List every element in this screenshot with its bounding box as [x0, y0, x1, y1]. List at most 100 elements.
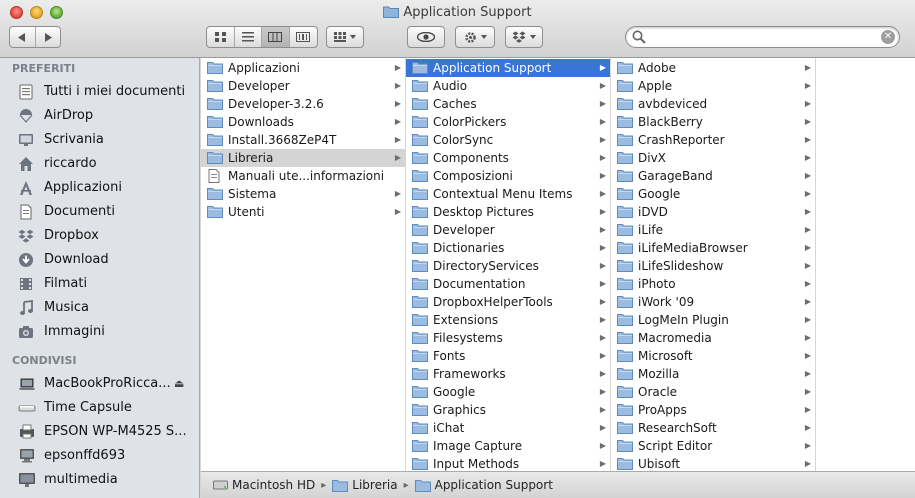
list-item[interactable]: iLifeSlideshow ▶: [611, 257, 815, 275]
list-item[interactable]: Developer-3.2.6 ▶: [201, 95, 405, 113]
list-item[interactable]: LogMeIn Plugin ▶: [611, 311, 815, 329]
list-item[interactable]: Ubisoft ▶: [611, 455, 815, 471]
list-item[interactable]: DivX ▶: [611, 149, 815, 167]
list-item[interactable]: ColorPickers ▶: [406, 113, 610, 131]
item-label: Sistema: [228, 187, 277, 201]
list-item[interactable]: Documentation ▶: [406, 275, 610, 293]
list-item[interactable]: Adobe ▶: [611, 59, 815, 77]
list-item[interactable]: Audio ▶: [406, 77, 610, 95]
list-item[interactable]: ResearchSoft ▶: [611, 419, 815, 437]
sidebar-item-dropbox[interactable]: Dropbox: [0, 224, 199, 248]
sidebar-item-applicazioni[interactable]: Applicazioni: [0, 176, 199, 200]
computer-icon: [18, 448, 36, 464]
list-item[interactable]: iWork '09 ▶: [611, 293, 815, 311]
list-item[interactable]: Dictionaries ▶: [406, 239, 610, 257]
path-crumb-application-support[interactable]: Application Support: [414, 478, 553, 492]
list-item[interactable]: Google ▶: [611, 185, 815, 203]
sidebar-item-macbookproricca[interactable]: MacBookProRicca... ⏏: [0, 372, 199, 396]
icon-view-button[interactable]: [207, 27, 235, 47]
arrange-menu-button[interactable]: [326, 26, 364, 48]
list-item[interactable]: iLifeMediaBrowser ▶: [611, 239, 815, 257]
list-item[interactable]: CrashReporter ▶: [611, 131, 815, 149]
list-item[interactable]: Mozilla ▶: [611, 365, 815, 383]
disclosure-arrow-icon: ▶: [804, 351, 811, 360]
list-item[interactable]: Desktop Pictures ▶: [406, 203, 610, 221]
coverflow-view-button[interactable]: [290, 27, 317, 47]
list-item[interactable]: Fonts ▶: [406, 347, 610, 365]
back-button[interactable]: [10, 27, 36, 47]
download-icon: [18, 252, 36, 268]
column-view-button[interactable]: [262, 27, 290, 47]
sidebar-item-scrivania[interactable]: Scrivania: [0, 128, 199, 152]
path-crumb-libreria[interactable]: Libreria: [332, 478, 398, 492]
sidebar-item-epsonffd693[interactable]: epsonffd693: [0, 444, 199, 468]
list-item[interactable]: iDVD ▶: [611, 203, 815, 221]
list-item[interactable]: Libreria ▶: [201, 149, 405, 167]
list-item[interactable]: Extensions ▶: [406, 311, 610, 329]
list-item[interactable]: Macromedia ▶: [611, 329, 815, 347]
clear-search-button[interactable]: ✕: [881, 30, 895, 44]
list-item[interactable]: Developer ▶: [406, 221, 610, 239]
list-item[interactable]: iLife ▶: [611, 221, 815, 239]
list-item[interactable]: DropboxHelperTools ▶: [406, 293, 610, 311]
list-item[interactable]: Downloads ▶: [201, 113, 405, 131]
list-item[interactable]: ProApps ▶: [611, 401, 815, 419]
list-item[interactable]: Contextual Menu Items ▶: [406, 185, 610, 203]
list-item[interactable]: iChat ▶: [406, 419, 610, 437]
list-item[interactable]: Apple ▶: [611, 77, 815, 95]
list-item[interactable]: Graphics ▶: [406, 401, 610, 419]
forward-button[interactable]: [36, 27, 61, 47]
list-item[interactable]: Frameworks ▶: [406, 365, 610, 383]
list-item[interactable]: Install.3668ZeP4T ▶: [201, 131, 405, 149]
list-item[interactable]: Caches ▶: [406, 95, 610, 113]
list-item[interactable]: DirectoryServices ▶: [406, 257, 610, 275]
sidebar-item-filmati[interactable]: Filmati: [0, 272, 199, 296]
list-item[interactable]: Composizioni ▶: [406, 167, 610, 185]
sidebar-item-epson-wp-m4525-s[interactable]: EPSON WP-M4525 S...: [0, 420, 199, 444]
sidebar-item-airdrop[interactable]: AirDrop: [0, 104, 199, 128]
search-input[interactable]: [648, 29, 878, 45]
list-item[interactable]: BlackBerry ▶: [611, 113, 815, 131]
list-item[interactable]: Microsoft ▶: [611, 347, 815, 365]
sidebar-item-download[interactable]: Download: [0, 248, 199, 272]
sidebar-item-immagini[interactable]: Immagini: [0, 320, 199, 344]
list-item[interactable]: ColorSync ▶: [406, 131, 610, 149]
list-item[interactable]: Developer ▶: [201, 77, 405, 95]
list-item[interactable]: Oracle ▶: [611, 383, 815, 401]
disclosure-arrow-icon: ▶: [804, 243, 811, 252]
list-item[interactable]: Image Capture ▶: [406, 437, 610, 455]
disclosure-arrow-icon: ▶: [599, 279, 606, 288]
list-item[interactable]: Script Editor ▶: [611, 437, 815, 455]
sidebar-item-riccardo[interactable]: riccardo: [0, 152, 199, 176]
dropbox-menu-button[interactable]: [505, 26, 543, 48]
quick-look-button[interactable]: [407, 26, 445, 48]
sidebar-item-time-capsule[interactable]: Time Capsule: [0, 396, 199, 420]
sidebar-item-documenti[interactable]: Documenti: [0, 200, 199, 224]
list-item[interactable]: Utenti ▶: [201, 203, 405, 221]
list-item[interactable]: iPhoto ▶: [611, 275, 815, 293]
folder-icon: [383, 6, 400, 18]
list-item[interactable]: Google ▶: [406, 383, 610, 401]
list-item[interactable]: Manuali ute...informazioni: [201, 167, 405, 185]
list-item[interactable]: Filesystems ▶: [406, 329, 610, 347]
sidebar-item-label: Scrivania: [44, 132, 104, 147]
list-item[interactable]: Application Support ▶: [406, 59, 610, 77]
item-label: Input Methods: [433, 457, 520, 471]
list-item[interactable]: Sistema ▶: [201, 185, 405, 203]
sidebar-item-multimedia[interactable]: multimedia: [0, 468, 199, 492]
search-field[interactable]: ✕: [625, 26, 900, 48]
list-item[interactable]: GarageBand ▶: [611, 167, 815, 185]
list-item[interactable]: Components ▶: [406, 149, 610, 167]
list-item[interactable]: Applicazioni ▶: [201, 59, 405, 77]
list-item[interactable]: avbdeviced ▶: [611, 95, 815, 113]
list-item[interactable]: Input Methods ▶: [406, 455, 610, 471]
disclosure-arrow-icon: ▶: [599, 171, 606, 180]
action-menu-button[interactable]: [455, 26, 495, 48]
list-view-button[interactable]: [235, 27, 262, 47]
chevron-down-icon: [480, 35, 487, 39]
folder-icon: [617, 80, 633, 92]
path-crumb-macintosh-hd[interactable]: Macintosh HD: [213, 478, 315, 492]
sidebar-item-tutti-i-miei-documenti[interactable]: Tutti i miei documenti: [0, 80, 199, 104]
eject-icon[interactable]: ⏏: [174, 372, 184, 396]
sidebar-item-musica[interactable]: Musica: [0, 296, 199, 320]
